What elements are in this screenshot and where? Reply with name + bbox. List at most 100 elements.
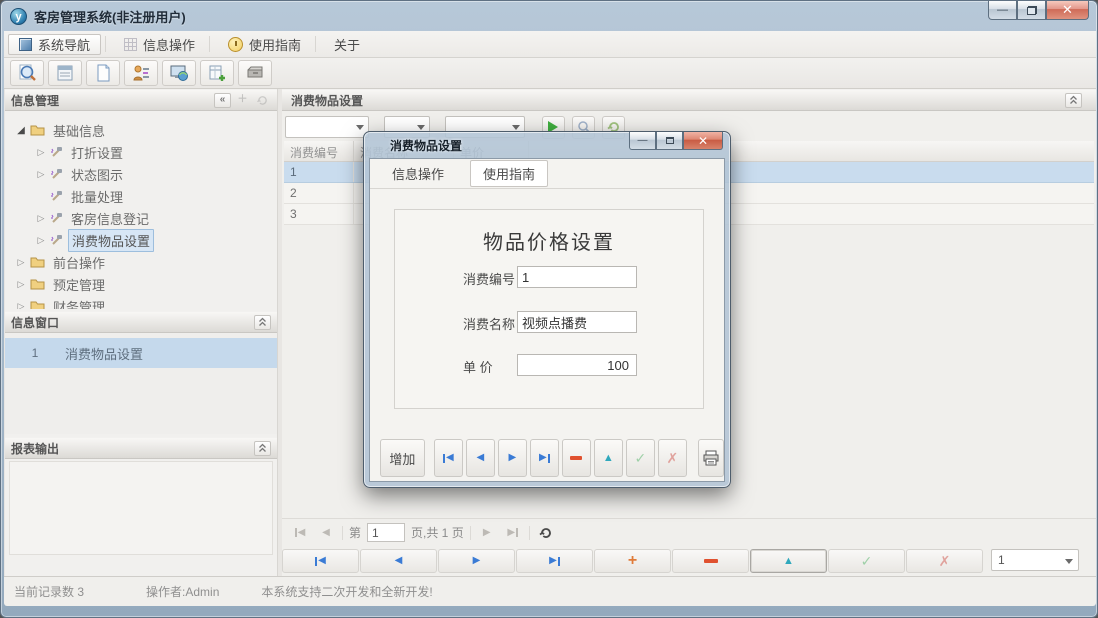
prev-icon: ◀ [476, 453, 484, 463]
page-first-button[interactable]: ◀ [290, 523, 310, 543]
close-button[interactable]: ✕ [1046, 1, 1089, 20]
tree-item-consume-settings[interactable]: ▷ 消费物品设置 [5, 229, 277, 251]
export-data-button[interactable] [200, 60, 234, 86]
record-post-button[interactable]: ✓ [828, 549, 905, 573]
nav-next-button[interactable]: ▶ [498, 439, 527, 477]
record-edit-button[interactable]: ▲ [750, 549, 827, 573]
tree-collapsed-icon[interactable]: ▷ [15, 301, 27, 310]
last-icon: ▶ [549, 556, 560, 566]
tab-info-ops[interactable]: 信息操作 [380, 161, 456, 186]
tree-label[interactable]: 状态图示 [68, 164, 126, 185]
pager-suffix-label: 页,共 1 页 [411, 524, 464, 541]
info-window-row[interactable]: 1 消费物品设置 [5, 338, 277, 368]
filter-field-select[interactable] [285, 116, 369, 138]
menu-item-guide[interactable]: 使用指南 [218, 34, 311, 55]
nav-prev-button[interactable]: ◀ [466, 439, 495, 477]
plus-icon: + [628, 553, 637, 569]
tree-collapsed-icon[interactable]: ▷ [35, 169, 47, 180]
tree-label[interactable]: 客房信息登记 [68, 208, 152, 229]
user-stats-button[interactable] [124, 60, 158, 86]
search-button[interactable] [10, 60, 44, 86]
tree-expanded-icon[interactable]: ◢ [15, 125, 27, 136]
record-next-button[interactable]: ▶ [438, 549, 515, 573]
tree-label[interactable]: 财务管理 [50, 296, 108, 310]
edit-triangle-icon: ▲ [603, 452, 614, 464]
delete-record-button[interactable] [562, 439, 591, 477]
unit-price-input[interactable] [517, 354, 637, 376]
tree-item-status[interactable]: ▷ 状态图示 [5, 163, 277, 185]
minimize-button[interactable]: — [988, 1, 1017, 20]
tree-collapsed-icon[interactable]: ▷ [35, 235, 47, 246]
collapse-sidebar-button[interactable]: « [214, 93, 231, 108]
record-prev-button[interactable]: ◀ [360, 549, 437, 573]
folder-icon [30, 124, 45, 136]
row-label: 消费物品设置 [65, 344, 143, 363]
consume-name-input[interactable] [517, 311, 637, 333]
cell-id: 2 [284, 183, 354, 203]
tree-item-finance[interactable]: ▷ 财务管理 [5, 295, 277, 309]
tree-item-basic-info[interactable]: ◢ 基础信息 [5, 119, 277, 141]
first-icon: ◀ [315, 556, 326, 566]
tree-label[interactable]: 基础信息 [50, 120, 108, 141]
nav-last-button[interactable]: ▶ [530, 439, 559, 477]
tree-label[interactable]: 预定管理 [50, 274, 108, 295]
tree-label-selected[interactable]: 消费物品设置 [68, 229, 154, 252]
tree-collapsed-icon[interactable]: ▷ [35, 147, 47, 158]
tree-item-room-register[interactable]: ▷ 客房信息登记 [5, 207, 277, 229]
refresh-icon[interactable] [254, 93, 271, 108]
page-refresh-button[interactable] [536, 523, 556, 543]
collapse-panel-button[interactable] [254, 441, 271, 456]
tree-label[interactable]: 批量处理 [68, 186, 126, 207]
report-button[interactable] [48, 60, 82, 86]
dialog-minimize-button[interactable]: — [629, 132, 656, 150]
page-number-input[interactable] [367, 523, 405, 542]
tree-collapsed-icon[interactable]: ▷ [15, 279, 27, 290]
record-delete-button[interactable] [672, 549, 749, 573]
record-last-button[interactable]: ▶ [516, 549, 593, 573]
dialog-close-button[interactable]: ✕ [683, 132, 723, 150]
archive-button[interactable] [238, 60, 272, 86]
column-header-id[interactable]: 消费编号 [284, 141, 354, 161]
add-icon[interactable]: ＋ [234, 93, 251, 108]
tree-collapsed-icon[interactable]: ▷ [15, 257, 27, 268]
menu-item-about[interactable]: 关于 [324, 34, 370, 55]
tree-item-reservation[interactable]: ▷ 预定管理 [5, 273, 277, 295]
record-count-select[interactable]: 1 [991, 549, 1079, 571]
post-record-button[interactable]: ✓ [626, 439, 655, 477]
consume-id-input[interactable] [517, 266, 637, 288]
collapse-panel-button[interactable] [254, 315, 271, 330]
tree-item-batch[interactable]: 批量处理 [5, 185, 277, 207]
app-window: y 客房管理系统(非注册用户) — ✕ 系统导航 信息操作 使用指南 关于 [0, 0, 1098, 618]
restore-button[interactable] [1017, 1, 1046, 20]
menu-item-system-nav[interactable]: 系统导航 [8, 34, 101, 55]
edit-record-button[interactable]: ▲ [594, 439, 623, 477]
tab-guide[interactable]: 使用指南 [470, 160, 548, 187]
page-last-button[interactable]: ▶ [503, 523, 523, 543]
maximize-icon [666, 137, 674, 144]
record-add-button[interactable]: + [594, 549, 671, 573]
record-first-button[interactable]: ◀ [282, 549, 359, 573]
tree-collapsed-icon[interactable]: ▷ [35, 213, 47, 224]
dialog-maximize-button[interactable] [656, 132, 683, 150]
edit-triangle-icon: ▲ [783, 555, 794, 567]
nav-first-button[interactable]: ◀ [434, 439, 463, 477]
tree-label[interactable]: 打折设置 [68, 142, 126, 163]
tree-item-discount[interactable]: ▷ 打折设置 [5, 141, 277, 163]
print-button[interactable] [698, 439, 724, 477]
menu-item-info-ops[interactable]: 信息操作 [114, 34, 205, 55]
tree-label[interactable]: 前台操作 [50, 252, 108, 273]
tree-item-front-desk[interactable]: ▷ 前台操作 [5, 251, 277, 273]
separator [529, 526, 530, 540]
page-prev-button[interactable]: ◀ [316, 523, 336, 543]
document-icon [93, 63, 113, 83]
monitor-globe-button[interactable] [162, 60, 196, 86]
record-cancel-button[interactable]: ✗ [906, 549, 983, 573]
tool-icon [50, 146, 63, 159]
add-record-button[interactable]: 增加 [380, 439, 425, 477]
new-document-button[interactable] [86, 60, 120, 86]
info-window-header: 信息窗口 [5, 311, 277, 333]
page-next-button[interactable]: ▶ [477, 523, 497, 543]
cancel-record-button[interactable]: ✗ [658, 439, 687, 477]
menu-label: 使用指南 [249, 35, 301, 54]
collapse-main-button[interactable] [1065, 93, 1082, 108]
